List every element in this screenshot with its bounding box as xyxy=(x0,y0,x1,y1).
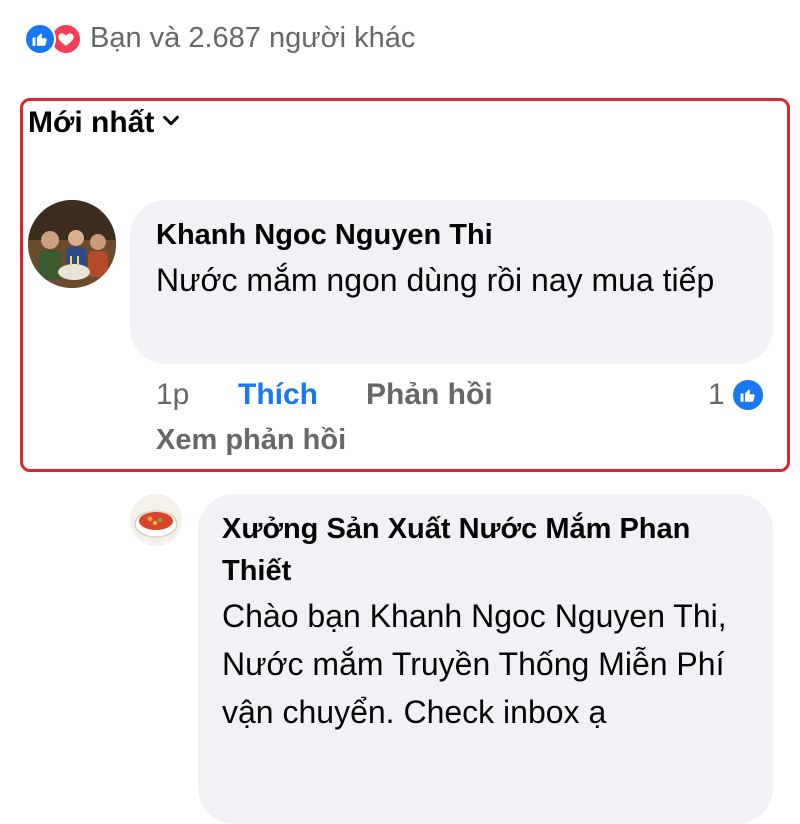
reply-button[interactable]: Phản hồi xyxy=(366,378,493,412)
reply-bubble: Xưởng Sản Xuất Nước Mắm Phan Thiết Chào … xyxy=(198,494,773,824)
sort-dropdown[interactable]: Mới nhất xyxy=(28,106,182,140)
comment-author[interactable]: Khanh Ngoc Nguyen Thi xyxy=(156,214,747,256)
reactions-summary[interactable]: Bạn và 2.687 người khác xyxy=(24,22,415,55)
like-count-value: 1 xyxy=(708,378,725,411)
like-icon xyxy=(24,22,56,55)
comment-like-count[interactable]: 1 xyxy=(708,378,765,412)
comment-bubble: Khanh Ngoc Nguyen Thi Nước mắm ngon dùng… xyxy=(130,200,773,364)
chevron-down-icon xyxy=(160,106,182,140)
comment-text: Nước mắm ngon dùng rồi nay mua tiếp xyxy=(156,262,715,298)
reply-text: Chào bạn Khanh Ngoc Nguyen Thi, Nước mắm… xyxy=(222,598,727,730)
reply-author[interactable]: Xưởng Sản Xuất Nước Mắm Phan Thiết xyxy=(222,508,749,592)
like-button[interactable]: Thích xyxy=(238,378,366,412)
like-icon xyxy=(730,378,765,412)
avatar[interactable] xyxy=(28,200,116,288)
comment-time[interactable]: 1p xyxy=(156,378,238,412)
view-replies-link[interactable]: Xem phản hồi xyxy=(156,424,346,457)
comment-actions: 1p Thích Phản hồi xyxy=(156,378,493,412)
sort-label: Mới nhất xyxy=(28,106,155,139)
reactions-count-text: Bạn và 2.687 người khác xyxy=(90,22,416,54)
page-avatar[interactable] xyxy=(130,494,182,546)
